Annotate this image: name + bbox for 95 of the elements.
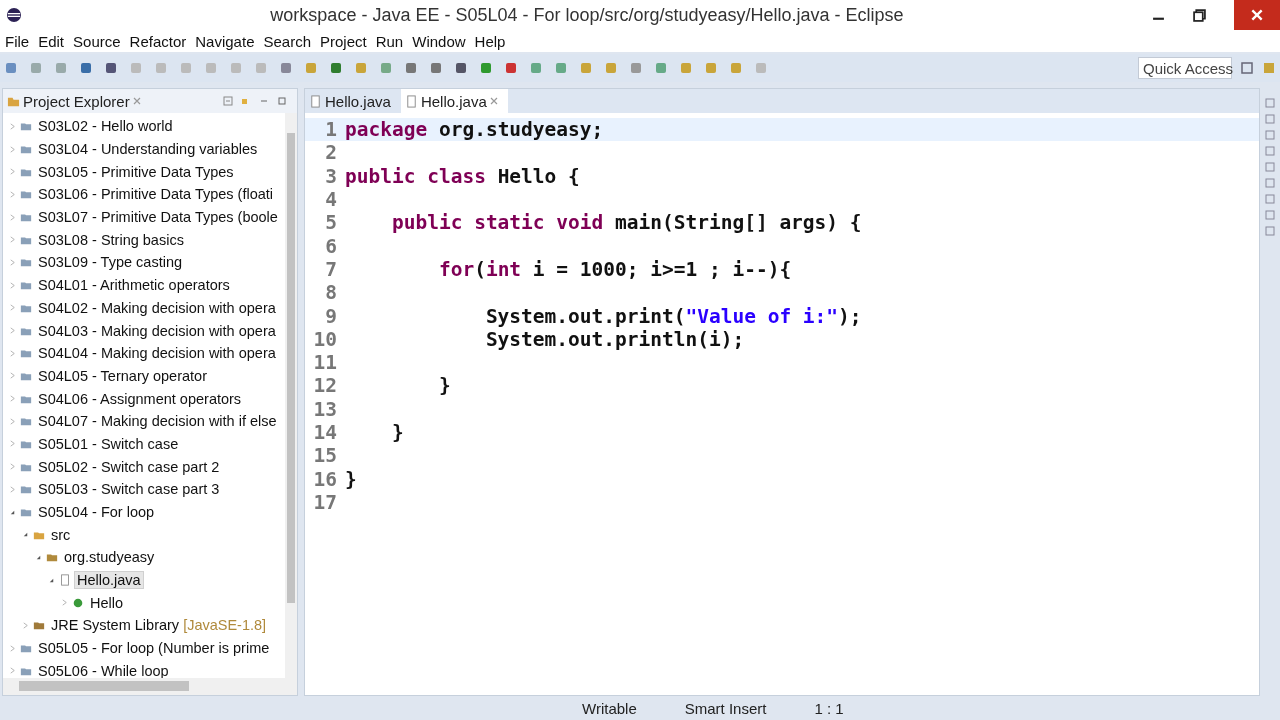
editor-tab[interactable]: Hello.java (305, 89, 401, 113)
tree-item[interactable]: S04L02 - Making decision with opera (35, 298, 279, 317)
line-number: 4 (324, 188, 338, 212)
status-item: 1 : 1 (814, 699, 844, 717)
perspective-icon[interactable] (1262, 61, 1276, 75)
toolbar-icon[interactable] (479, 61, 493, 75)
line-number: 13 (312, 397, 338, 421)
line-number: 1 (324, 118, 338, 142)
tree-item[interactable]: S03L07 - Primitive Data Types (boole (35, 208, 281, 227)
code-line: System.out.println(i); (484, 327, 745, 351)
eclipse-logo-icon (6, 7, 22, 23)
window-title: workspace - Java EE - S05L04 - For loop/src/org/studyeasy/Hello.java - Eclipse (269, 4, 905, 26)
menu-item[interactable]: Help (474, 32, 506, 50)
line-number: 7 (324, 257, 338, 281)
scrollbar[interactable] (285, 113, 297, 678)
line-number: 2 (324, 141, 338, 165)
tree-item[interactable]: S03L08 - String basics (35, 230, 187, 249)
quick-access-field[interactable]: Quick Access (1138, 57, 1232, 79)
code-line: System.out.print("Value of i:"); (484, 304, 862, 328)
tree-item[interactable]: S04L05 - Ternary operator (35, 366, 210, 385)
tree-item[interactable]: S05L06 - While loop (35, 661, 172, 678)
tree-item[interactable]: S04L06 - Assignment operators (35, 389, 245, 408)
class-icon (72, 596, 84, 609)
editor-tab[interactable]: Hello.java (400, 89, 508, 113)
tree-item[interactable]: S05L01 - Switch case (35, 434, 182, 453)
menu-item[interactable]: File (5, 32, 30, 50)
menu-item[interactable]: Run (375, 32, 404, 50)
tree-item[interactable]: S04L04 - Making decision with opera (35, 344, 279, 363)
menu-item[interactable]: Navigate (195, 32, 255, 50)
line-number: 6 (324, 234, 338, 258)
file-icon (309, 94, 322, 108)
line-number: 16 (312, 467, 338, 491)
code-line: public static void main(String[] args) { (390, 211, 862, 235)
file-icon (59, 574, 71, 587)
tree-item[interactable]: S05L05 - For loop (Number is prime (35, 639, 273, 658)
menu-item[interactable]: Search (263, 32, 311, 50)
tree-item[interactable]: S05L02 - Switch case part 2 (35, 457, 223, 476)
close-icon (1250, 8, 1264, 22)
maximize-icon[interactable] (277, 96, 287, 106)
code-line: package org.studyeasy; (345, 118, 604, 142)
tree-item[interactable]: S03L06 - Primitive Data Types (floati (35, 185, 277, 204)
toolbar-icon[interactable] (79, 61, 93, 75)
line-number: 8 (324, 281, 338, 305)
line-number: 11 (312, 351, 338, 375)
toolbar-icon[interactable] (404, 61, 418, 75)
close-icon[interactable] (489, 97, 498, 105)
restore-icon[interactable] (1193, 8, 1206, 22)
tree-item[interactable]: S05L03 - Switch case part 3 (35, 480, 223, 499)
code-line: for(int i = 1000; i>=1 ; i--){ (437, 257, 792, 281)
toolbar-icon[interactable] (429, 61, 443, 75)
tree-item[interactable]: org.studyeasy (61, 548, 158, 567)
line-number: 15 (312, 444, 338, 468)
line-number: 9 (324, 304, 338, 328)
tree-item[interactable]: S04L01 - Arithmetic operators (35, 276, 233, 295)
tree-item[interactable]: S05L04 - For loop (35, 503, 158, 522)
code-line: } (390, 421, 404, 444)
collapse-all-icon[interactable] (223, 96, 233, 106)
toolbar-icon[interactable] (279, 61, 293, 75)
tree-item[interactable]: S03L02 - Hello world (35, 117, 176, 136)
tree-item[interactable]: Hello (87, 593, 127, 612)
tree-item[interactable]: Hello.java (74, 571, 144, 590)
perspective-icon[interactable] (1240, 61, 1254, 75)
close-icon[interactable] (132, 97, 141, 105)
toolbar-icon[interactable] (4, 61, 18, 75)
menu-item[interactable]: Source (73, 32, 121, 50)
menu-item[interactable]: Window (412, 32, 466, 50)
line-number: 17 (312, 490, 338, 514)
toolbar-icon[interactable] (504, 61, 518, 75)
menu-item[interactable]: Project (320, 32, 367, 50)
line-number: 5 (324, 211, 338, 235)
status-item: Writable (582, 699, 637, 717)
status-item: Smart Insert (684, 699, 767, 717)
line-number: 10 (312, 327, 338, 351)
tree-item[interactable]: src (48, 525, 74, 544)
line-number: 14 (312, 421, 338, 444)
code-line: public class Hello { (345, 164, 580, 188)
code-line: } (437, 374, 451, 398)
toolbar-icon[interactable] (329, 61, 343, 75)
line-number: 12 (312, 374, 338, 398)
tree-item[interactable]: JRE System Library [JavaSE-1.8] (48, 616, 270, 635)
toolbar-icon[interactable] (104, 61, 118, 75)
code-line: } (345, 467, 357, 491)
scrollbar[interactable] (3, 678, 297, 695)
tree-item[interactable]: S03L05 - Primitive Data Types (35, 162, 237, 181)
close-button[interactable] (1234, 0, 1280, 30)
file-icon (404, 94, 418, 108)
tree-item[interactable]: S04L03 - Making decision with opera (35, 321, 279, 340)
tree-item[interactable]: S03L04 - Understanding variables (35, 140, 261, 159)
menu-item[interactable]: Edit (38, 32, 65, 50)
tree-item[interactable]: S03L09 - Type casting (35, 253, 186, 272)
expand-arrow-icon[interactable] (22, 531, 29, 539)
toolbar-icon[interactable] (454, 61, 468, 75)
menu-item[interactable]: Refactor (129, 32, 187, 50)
tree-item[interactable]: S04L07 - Making decision with if else (35, 412, 280, 431)
line-number: 3 (324, 164, 338, 188)
